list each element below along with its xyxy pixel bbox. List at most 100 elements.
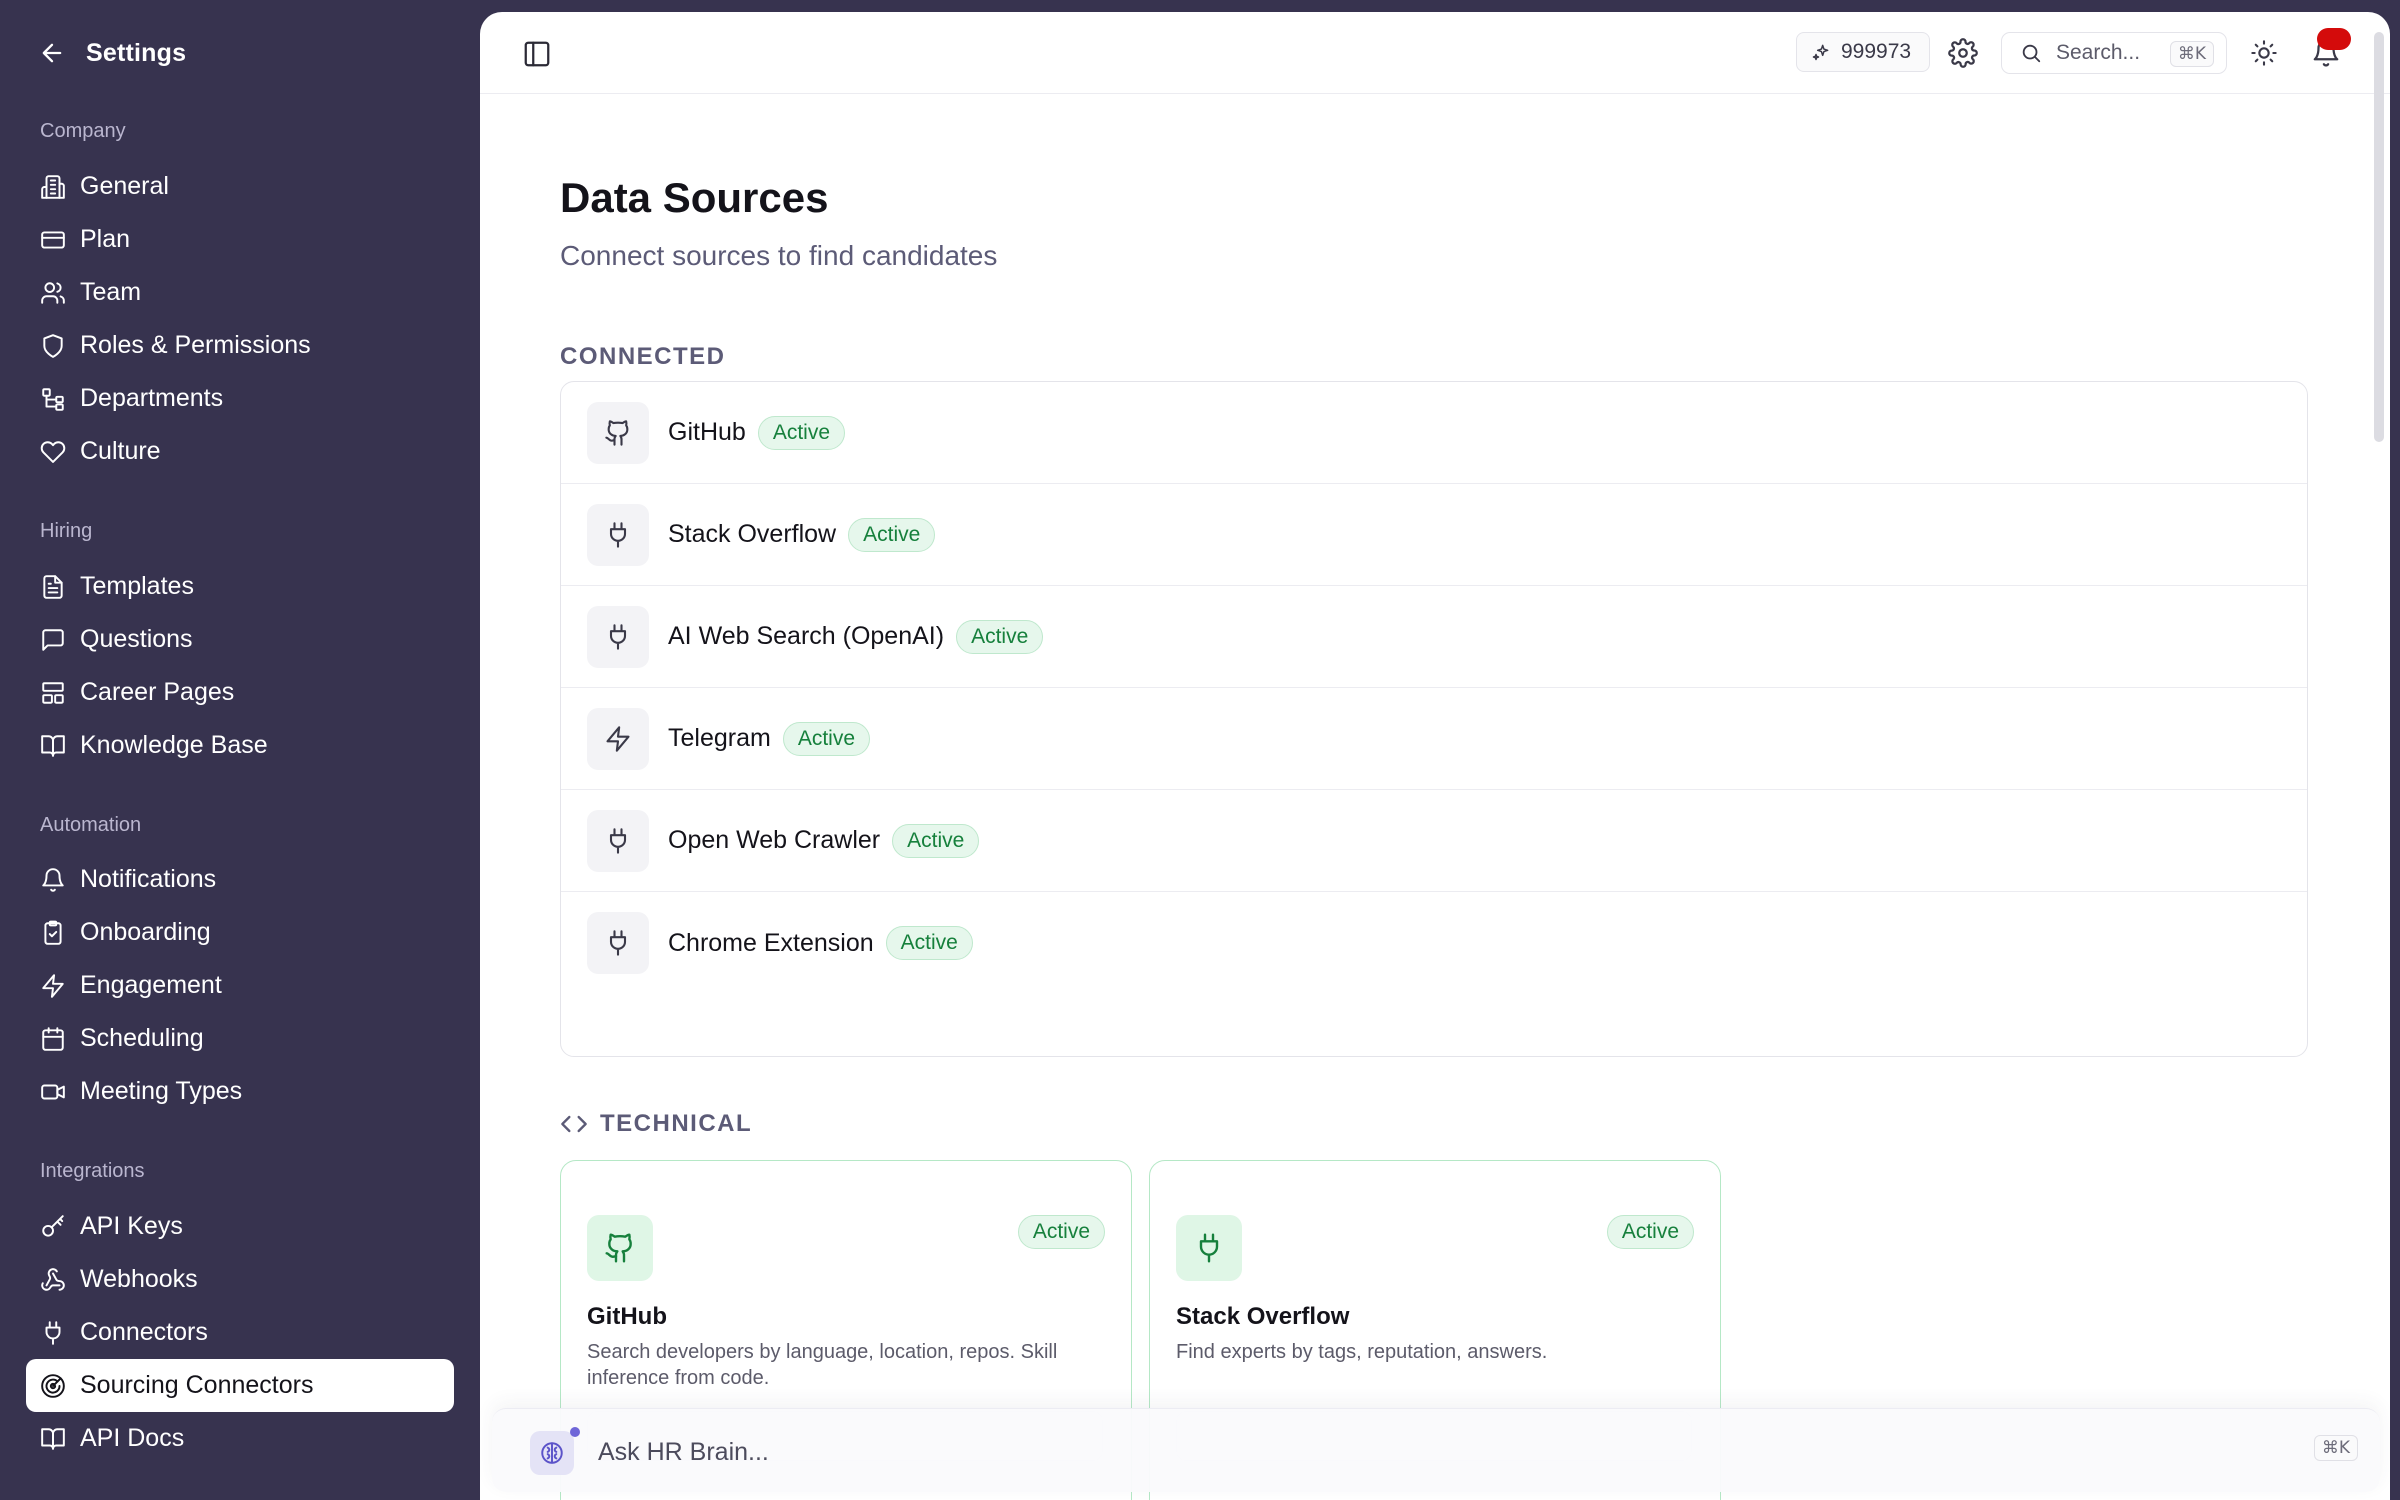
plug-icon <box>1199 1233 1219 1263</box>
gear-icon[interactable] <box>1948 38 1978 68</box>
book-open-icon <box>41 1427 65 1450</box>
sidebar-item-meeting-types[interactable]: Meeting Types <box>26 1065 454 1118</box>
connected-row-telegram[interactable]: Telegram Active <box>561 688 2307 790</box>
users-icon <box>41 281 65 304</box>
status-badge: Active <box>885 926 973 960</box>
sidebar-item-api-keys[interactable]: API Keys <box>26 1200 454 1253</box>
topbar: 999973 Search... ⌘K <box>480 12 2390 94</box>
radar-icon <box>41 1373 65 1398</box>
sidebar-item-templates[interactable]: Templates <box>26 560 454 613</box>
sidebar-title: Settings <box>86 38 187 67</box>
connector-icon-tile <box>587 912 649 974</box>
sidebar-item-label: Webhooks <box>80 1265 198 1293</box>
sidebar-item-culture[interactable]: Culture <box>26 425 454 478</box>
sidebar-item-label: Roles & Permissions <box>80 331 311 359</box>
zap-icon <box>42 973 64 998</box>
sidebar-item-plan[interactable]: Plan <box>26 213 454 266</box>
connected-row-ai-web-search[interactable]: AI Web Search (OpenAI) Active <box>561 586 2307 688</box>
sidebar-item-webhooks[interactable]: Webhooks <box>26 1253 454 1306</box>
sidebar-item-questions[interactable]: Questions <box>26 613 454 666</box>
connector-name: Telegram <box>668 724 771 752</box>
ask-icon-tile <box>530 1431 574 1475</box>
sidebar-item-onboarding[interactable]: Onboarding <box>26 906 454 959</box>
sidebar-item-label: Questions <box>80 625 193 653</box>
plug-icon <box>45 1320 61 1345</box>
layout-icon <box>42 681 64 704</box>
card-description: Search developers by language, location,… <box>587 1341 1058 1389</box>
plug-icon <box>609 623 627 650</box>
status-badge: Active <box>757 415 845 450</box>
sidebar-item-api-docs[interactable]: API Docs <box>26 1412 454 1465</box>
sidebar-item-label: Knowledge Base <box>80 731 268 759</box>
search-icon <box>2022 44 2041 63</box>
ask-input-placeholder[interactable]: Ask HR Brain... <box>598 1438 769 1467</box>
ask-hr-brain-bar[interactable]: Ask HR Brain... ⌘K <box>492 1408 2380 1492</box>
connector-icon-tile <box>587 401 649 464</box>
sidebar-item-career-pages[interactable]: Career Pages <box>26 666 454 719</box>
sidebar-item-label: Notifications <box>80 865 217 893</box>
section-label-text: TECHNICAL <box>600 1110 753 1137</box>
sidebar-item-label: API Keys <box>80 1212 183 1240</box>
sidebar-item-label: General <box>80 172 169 200</box>
sun-icon[interactable] <box>2250 39 2278 67</box>
code-icon <box>561 1115 587 1133</box>
section-label-technical: TECHNICAL <box>560 1110 752 1138</box>
connector-name: Open Web Crawler <box>668 826 881 854</box>
sidebar-item-engagement[interactable]: Engagement <box>26 959 454 1012</box>
sidebar-item-label: Sourcing Connectors <box>80 1371 314 1399</box>
settings-sidebar: Settings Company General Plan Team Roles… <box>0 0 480 1500</box>
webhook-icon <box>41 1267 65 1291</box>
sidebar-item-roles-permissions[interactable]: Roles & Permissions <box>26 319 454 372</box>
connector-name: GitHub <box>668 418 746 446</box>
group-label-hiring: Hiring <box>40 520 93 542</box>
connector-name: Stack Overflow <box>668 520 837 548</box>
group-label-company: Company <box>40 120 126 142</box>
connector-icon-tile <box>587 809 649 872</box>
sidebar-item-general[interactable]: General <box>26 160 454 213</box>
sidebar-item-label: Culture <box>80 437 161 465</box>
main-panel: 999973 Search... ⌘K Data Sources Connect… <box>480 12 2390 1500</box>
card-icon-tile <box>587 1215 653 1281</box>
key-icon <box>42 1214 64 1237</box>
sidebar-item-team[interactable]: Team <box>26 266 454 319</box>
sidebar-item-label: Team <box>80 278 142 306</box>
connected-row-stack-overflow[interactable]: Stack Overflow Active <box>561 484 2307 586</box>
sidebar-toggle-icon[interactable] <box>522 39 552 69</box>
zap-icon <box>606 725 630 752</box>
calendar-icon <box>42 1026 64 1051</box>
credit-card-icon <box>41 230 65 249</box>
sidebar-item-label: Scheduling <box>80 1024 204 1052</box>
sidebar-item-connectors[interactable]: Connectors <box>26 1306 454 1359</box>
connector-name: AI Web Search (OpenAI) <box>668 622 945 650</box>
section-label-text: CONNECTED <box>560 343 726 370</box>
file-text-icon <box>43 574 63 599</box>
shield-icon <box>43 333 63 358</box>
hierarchy-icon <box>42 387 64 411</box>
connected-row-chrome-extension[interactable]: Chrome Extension Active <box>561 892 2307 994</box>
group-label-automation: Automation <box>40 814 142 836</box>
card-title: Stack Overflow <box>1176 1303 1350 1330</box>
sidebar-item-notifications[interactable]: Notifications <box>26 853 454 906</box>
sidebar-item-sourcing-connectors[interactable]: Sourcing Connectors <box>26 1359 454 1412</box>
sidebar-item-label: Connectors <box>80 1318 208 1346</box>
section-label-connected: CONNECTED <box>560 343 726 371</box>
bell-icon <box>42 867 64 892</box>
book-open-icon <box>41 734 65 757</box>
status-badge: Active <box>782 721 871 756</box>
group-label-integrations: Integrations <box>40 1160 145 1182</box>
sidebar-item-departments[interactable]: Departments <box>26 372 454 425</box>
status-badge: Active <box>1017 1215 1105 1249</box>
plug-icon <box>609 521 627 548</box>
ask-shortcut: ⌘K <box>2313 1435 2358 1461</box>
card-icon-tile <box>1176 1215 1242 1281</box>
connected-row-github[interactable]: GitHub Active <box>561 382 2307 484</box>
credits-badge[interactable]: 999973 <box>1796 32 1930 72</box>
search-box[interactable]: Search... ⌘K <box>2001 32 2227 74</box>
plug-icon <box>609 930 627 956</box>
sidebar-item-scheduling[interactable]: Scheduling <box>26 1012 454 1065</box>
scrollbar-thumb[interactable] <box>2374 32 2384 442</box>
connected-row-open-web-crawler[interactable]: Open Web Crawler Active <box>561 790 2307 892</box>
card-title: GitHub <box>587 1303 667 1330</box>
arrow-left-icon[interactable] <box>38 39 66 67</box>
sidebar-item-knowledge-base[interactable]: Knowledge Base <box>26 719 454 772</box>
